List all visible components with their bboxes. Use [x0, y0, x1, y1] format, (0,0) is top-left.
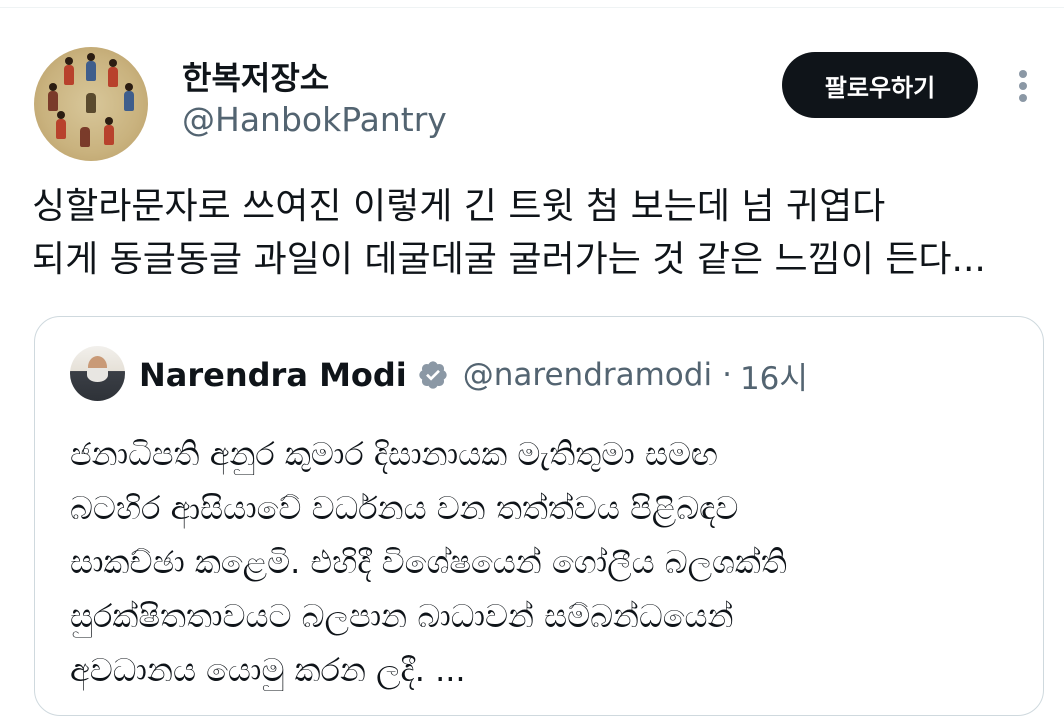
- author-handle[interactable]: @HanbokPantry: [182, 100, 447, 140]
- header-separator: ·: [722, 357, 732, 393]
- avatar-figure: [104, 125, 114, 145]
- tweet-text: 싱할라문자로 쓰여진 이렇게 긴 트윗 첨 보는데 넘 귀엽다 되게 동글동글 …: [32, 180, 1042, 286]
- author-avatar[interactable]: [34, 47, 148, 161]
- tweet: 한복저장소 @HanbokPantry 팔로우하기 싱할라문자로 쓰여진 이렇게…: [0, 8, 1064, 716]
- quoted-text-line: සුරක්ෂිතතාවයට බලපාන බාධාවන් සම්බන්ධයෙන්: [70, 597, 734, 635]
- avatar-figure-head: [87, 53, 95, 61]
- quoted-text-line: සාකච්ඡා කළෙමි. එහිදී විශේෂයෙන් ගෝලීය බලශ…: [70, 543, 787, 581]
- avatar-figure-head: [105, 117, 113, 125]
- tweet-text-line: 되게 동글동글 과일이 데굴데굴 굴러가는 것 같은 느낌이 든다...: [32, 239, 986, 280]
- avatar-figure: [86, 61, 96, 81]
- avatar-figure-head: [65, 57, 73, 65]
- avatar-figure: [64, 65, 74, 85]
- quoted-tweet-time[interactable]: 16시: [740, 353, 808, 398]
- avatar-figure-head: [57, 111, 65, 119]
- quoted-tweet-text: ජනාධිපති අනුර කුමාර දිසානායක මැතිතුමා සම…: [70, 427, 1020, 697]
- avatar-figure: [124, 91, 134, 111]
- more-options-icon[interactable]: [1010, 66, 1038, 106]
- tweet-text-line: 싱할라문자로 쓰여진 이렇게 긴 트윗 첨 보는데 넘 귀엽다: [32, 186, 886, 227]
- verified-badge-icon: [419, 361, 447, 389]
- avatar-figure-head: [109, 59, 117, 67]
- quoted-tweet-card[interactable]: Narendra Modi @narendramodi · 16시 ජනාධිප…: [34, 316, 1044, 716]
- quoted-text-line: ජනාධිපති අනුර කුමාර දිසානායක මැතිතුමා සම…: [70, 435, 718, 473]
- quoted-text-line: අවධානය යොමු කරන ලදී. ...: [70, 651, 466, 689]
- avatar-figure-head: [49, 83, 57, 91]
- avatar-figure: [56, 119, 66, 139]
- quoted-author-avatar[interactable]: [70, 346, 125, 401]
- avatar-figure: [48, 91, 58, 111]
- quoted-tweet-header: Narendra Modi @narendramodi · 16시: [139, 353, 808, 397]
- avatar-figure: [86, 93, 96, 113]
- avatar-figure: [108, 67, 118, 87]
- author-display-name[interactable]: 한복저장소: [182, 58, 329, 98]
- quoted-author-display-name[interactable]: Narendra Modi: [139, 356, 407, 394]
- avatar-figure-head: [125, 83, 133, 91]
- quoted-text-line: බටහිර ආසියාවේ වර්ධනය වන තත්ත්වය පිළිබඳව: [70, 489, 739, 527]
- follow-button[interactable]: 팔로우하기: [782, 52, 978, 118]
- avatar-figure: [80, 127, 90, 147]
- quoted-author-handle[interactable]: @narendramodi: [463, 357, 712, 393]
